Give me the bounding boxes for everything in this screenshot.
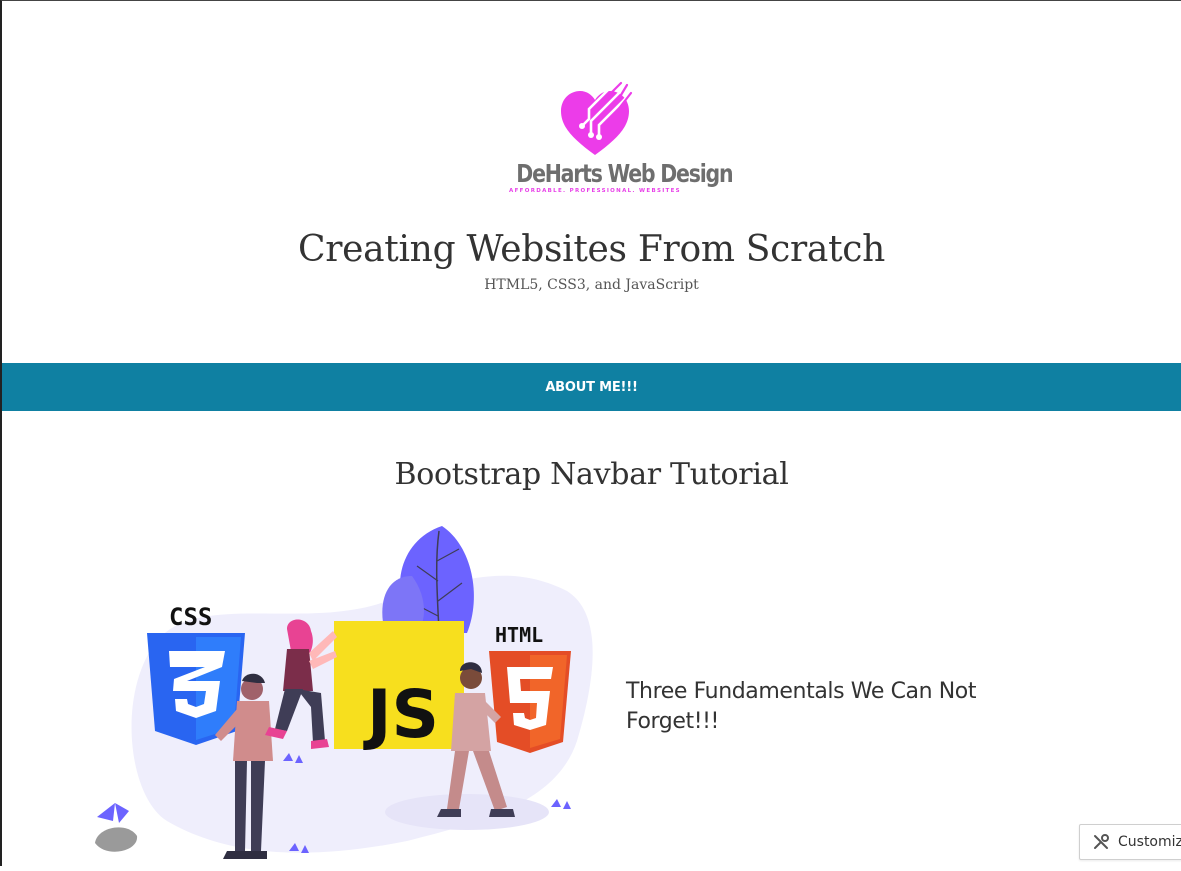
customize-label: Customiz [1118,834,1181,850]
js-label: JS [363,676,439,753]
site-description: HTML5, CSS3, and JavaScript [484,277,699,293]
tools-icon [1092,833,1110,851]
rock-plant-decoration [95,803,138,852]
post-title: Bootstrap Navbar Tutorial [394,457,789,492]
brand-tagline: AFFORDABLE. PROFESSIONAL. WEBSITES [509,188,681,194]
illustration-svg: CSS JS HTML [95,526,593,859]
hero-text: Three Fundamentals We Can Not Forget!!! [626,679,977,734]
javascript-icon: JS [334,621,464,753]
floor-shadow [385,794,549,830]
plant-sprout [551,799,571,809]
html-label: HTML [495,623,543,647]
nav-item-about-me[interactable]: ABOUT ME!!! [545,380,638,395]
css-label: CSS [169,603,212,631]
customize-button[interactable]: Customiz [1079,824,1181,860]
heart-circuit-icon [561,81,633,155]
site-logo[interactable]: DeHarts Web Design AFFORDABLE. PROFESSIO… [499,81,734,201]
hero-illustration: CSS JS HTML [87,521,607,867]
site-title[interactable]: Creating Websites From Scratch [2,229,1181,270]
leaf-icon [382,526,474,633]
brand-name: DeHarts Web Design [516,159,733,188]
primary-navbar: ABOUT ME!!! [2,363,1181,411]
